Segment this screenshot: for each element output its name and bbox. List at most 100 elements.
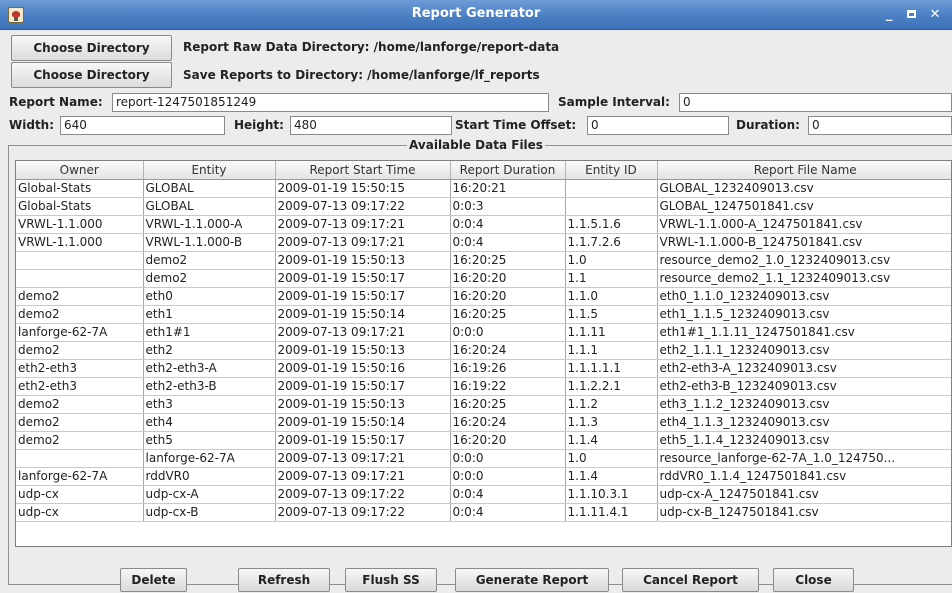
duration-cell: 0:0:3 — [450, 197, 566, 216]
height-label: Height: — [234, 118, 284, 132]
table-row[interactable]: udp-cx udp-cx-B 2009-07-13 09:17:22 0:0:4 1.… — [16, 503, 951, 522]
owner-cell: demo2 — [16, 305, 144, 324]
table-row[interactable]: udp-cx udp-cx-A 2009-07-13 09:17:22 0:0:4 1.… — [16, 485, 951, 504]
entity-cell: eth2-eth3-A — [143, 359, 276, 378]
duration-cell: 0:0:0 — [450, 449, 566, 468]
owner-cell — [16, 251, 144, 270]
entity-id-cell: 1.1.7.2.6 — [565, 233, 658, 252]
table-row[interactable]: demo2 eth1 2009-01-19 15:50:14 16:20:25 1.1.… — [16, 305, 951, 324]
close-window-button[interactable]: ✕ — [924, 5, 946, 25]
data-files-table[interactable]: Owner Entity Report Start Time Report Du… — [16, 161, 951, 522]
sample-interval-input[interactable]: 0 — [679, 93, 952, 112]
column-header-report-start-time[interactable]: Report Start Time — [275, 161, 451, 180]
table-row[interactable]: Global-Stats GLOBAL 2009-01-19 15:50:15 16:… — [16, 179, 951, 198]
column-header-owner[interactable]: Owner — [16, 161, 144, 180]
table-row[interactable]: demo2 eth3 2009-01-19 15:50:13 16:20:25 1.1.… — [16, 395, 951, 414]
file-name-cell: eth1_1.1.5_1232409013.csv — [657, 305, 951, 324]
table-row[interactable]: lanforge-62-7A rddVR0 2009-07-13 09:17:21 0… — [16, 467, 951, 486]
entity-cell: VRWL-1.1.000-B — [143, 233, 276, 252]
entity-id-cell — [565, 197, 658, 216]
available-data-files-title-wrap: Available Data Files — [0, 138, 952, 152]
entity-id-cell: 1.1 — [565, 269, 658, 288]
column-header-report-file-name[interactable]: Report File Name — [657, 161, 951, 180]
window-title: Report Generator — [411, 6, 541, 21]
owner-cell — [16, 269, 144, 288]
duration-cell: 16:19:22 — [450, 377, 566, 396]
entity-cell: eth4 — [143, 413, 276, 432]
report-generator-window: Report Generator _ ✕ Choose Directory Re… — [0, 0, 952, 593]
table-row[interactable]: lanforge-62-7A 2009-07-13 09:17:21 0:0:0 1.… — [16, 449, 951, 468]
duration-cell: 0:0:4 — [450, 215, 566, 234]
duration-input[interactable]: 0 — [808, 116, 952, 135]
table-row[interactable]: eth2-eth3 eth2-eth3-B 2009-01-19 15:50:17 1… — [16, 377, 951, 396]
report-name-input[interactable]: report-1247501851249 — [112, 93, 549, 112]
raw-data-directory-label: Report Raw Data Directory: /home/lanforg… — [183, 40, 560, 54]
entity-cell: GLOBAL — [143, 179, 276, 198]
entity-id-cell: 1.1.0 — [565, 287, 658, 306]
height-input[interactable]: 480 — [290, 116, 452, 135]
start-time-cell: 2009-01-19 15:50:17 — [275, 431, 451, 450]
entity-id-cell: 1.1.4 — [565, 467, 658, 486]
owner-cell: demo2 — [16, 395, 144, 414]
owner-cell: VRWL-1.1.000 — [16, 233, 144, 252]
close-button[interactable]: Close — [773, 568, 854, 592]
start-time-offset-input[interactable]: 0 — [587, 116, 729, 135]
file-name-cell: GLOBAL_1247501841.csv — [657, 197, 951, 216]
maximize-button[interactable] — [900, 5, 922, 25]
generate-report-button[interactable]: Generate Report — [455, 568, 609, 592]
entity-id-cell: 1.1.5 — [565, 305, 658, 324]
file-name-cell: udp-cx-A_1247501841.csv — [657, 485, 951, 504]
entity-id-cell: 1.1.3 — [565, 413, 658, 432]
file-name-cell: eth2-eth3-B_1232409013.csv — [657, 377, 951, 396]
table-row[interactable]: demo2 eth4 2009-01-19 15:50:14 16:20:24 1.1.… — [16, 413, 951, 432]
column-header-entity-id[interactable]: Entity ID — [565, 161, 658, 180]
entity-cell: eth1#1 — [143, 323, 276, 342]
table-row[interactable]: Global-Stats GLOBAL 2009-07-13 09:17:22 0:0… — [16, 197, 951, 216]
column-header-report-duration[interactable]: Report Duration — [450, 161, 566, 180]
file-name-cell: VRWL-1.1.000-B_1247501841.csv — [657, 233, 951, 252]
duration-cell: 16:20:25 — [450, 395, 566, 414]
file-name-cell: resource_lanforge-62-7A_1.0_124750... — [657, 449, 951, 468]
table-row[interactable]: VRWL-1.1.000 VRWL-1.1.000-B 2009-07-13 09:… — [16, 233, 951, 252]
table-row[interactable]: demo2 eth5 2009-01-19 15:50:17 16:20:20 1.1.… — [16, 431, 951, 450]
start-time-cell: 2009-01-19 15:50:13 — [275, 395, 451, 414]
entity-cell: udp-cx-A — [143, 485, 276, 504]
cancel-report-button[interactable]: Cancel Report — [622, 568, 759, 592]
file-name-cell: resource_demo2_1.1_1232409013.csv — [657, 269, 951, 288]
delete-button[interactable]: Delete — [120, 568, 187, 592]
owner-cell: eth2-eth3 — [16, 359, 144, 378]
flush-ss-button[interactable]: Flush SS — [345, 568, 437, 592]
start-time-cell: 2009-07-13 09:17:21 — [275, 215, 451, 234]
table-row[interactable]: demo2 eth2 2009-01-19 15:50:13 16:20:24 1.1.… — [16, 341, 951, 360]
column-header-entity[interactable]: Entity — [143, 161, 276, 180]
entity-cell: udp-cx-B — [143, 503, 276, 522]
width-input[interactable]: 640 — [60, 116, 225, 135]
refresh-button[interactable]: Refresh — [238, 568, 330, 592]
choose-save-directory-button[interactable]: Choose Directory — [11, 62, 172, 88]
table-row[interactable]: demo2 2009-01-19 15:50:17 16:20:20 1.1 resou… — [16, 269, 951, 288]
start-time-cell: 2009-01-19 15:50:17 — [275, 269, 451, 288]
title-bar[interactable]: Report Generator _ ✕ — [0, 0, 952, 30]
table-row[interactable]: VRWL-1.1.000 VRWL-1.1.000-A 2009-07-13 09:… — [16, 215, 951, 234]
entity-id-cell: 1.1.2 — [565, 395, 658, 414]
start-time-cell: 2009-01-19 15:50:15 — [275, 179, 451, 198]
owner-cell: eth2-eth3 — [16, 377, 144, 396]
table-row[interactable]: eth2-eth3 eth2-eth3-A 2009-01-19 15:50:16 1… — [16, 359, 951, 378]
table-row[interactable]: lanforge-62-7A eth1#1 2009-07-13 09:17:21 0… — [16, 323, 951, 342]
entity-cell: eth2-eth3-B — [143, 377, 276, 396]
data-files-table-container[interactable]: Owner Entity Report Start Time Report Du… — [15, 160, 952, 547]
entity-id-cell: 1.1.11.4.1 — [565, 503, 658, 522]
entity-id-cell: 1.1.4 — [565, 431, 658, 450]
duration-label: Duration: — [736, 118, 800, 132]
start-time-cell: 2009-01-19 15:50:13 — [275, 341, 451, 360]
entity-cell: eth3 — [143, 395, 276, 414]
duration-cell: 16:20:25 — [450, 251, 566, 270]
available-data-files-title: Available Data Files — [407, 138, 545, 152]
table-row[interactable]: demo2 eth0 2009-01-19 15:50:17 16:20:20 1.1.… — [16, 287, 951, 306]
start-time-cell: 2009-07-13 09:17:22 — [275, 485, 451, 504]
entity-id-cell: 1.1.5.1.6 — [565, 215, 658, 234]
table-row[interactable]: demo2 2009-01-19 15:50:13 16:20:25 1.0 resou… — [16, 251, 951, 270]
choose-raw-directory-button[interactable]: Choose Directory — [11, 35, 172, 61]
minimize-button[interactable]: _ — [878, 5, 900, 25]
start-time-cell: 2009-07-13 09:17:21 — [275, 467, 451, 486]
